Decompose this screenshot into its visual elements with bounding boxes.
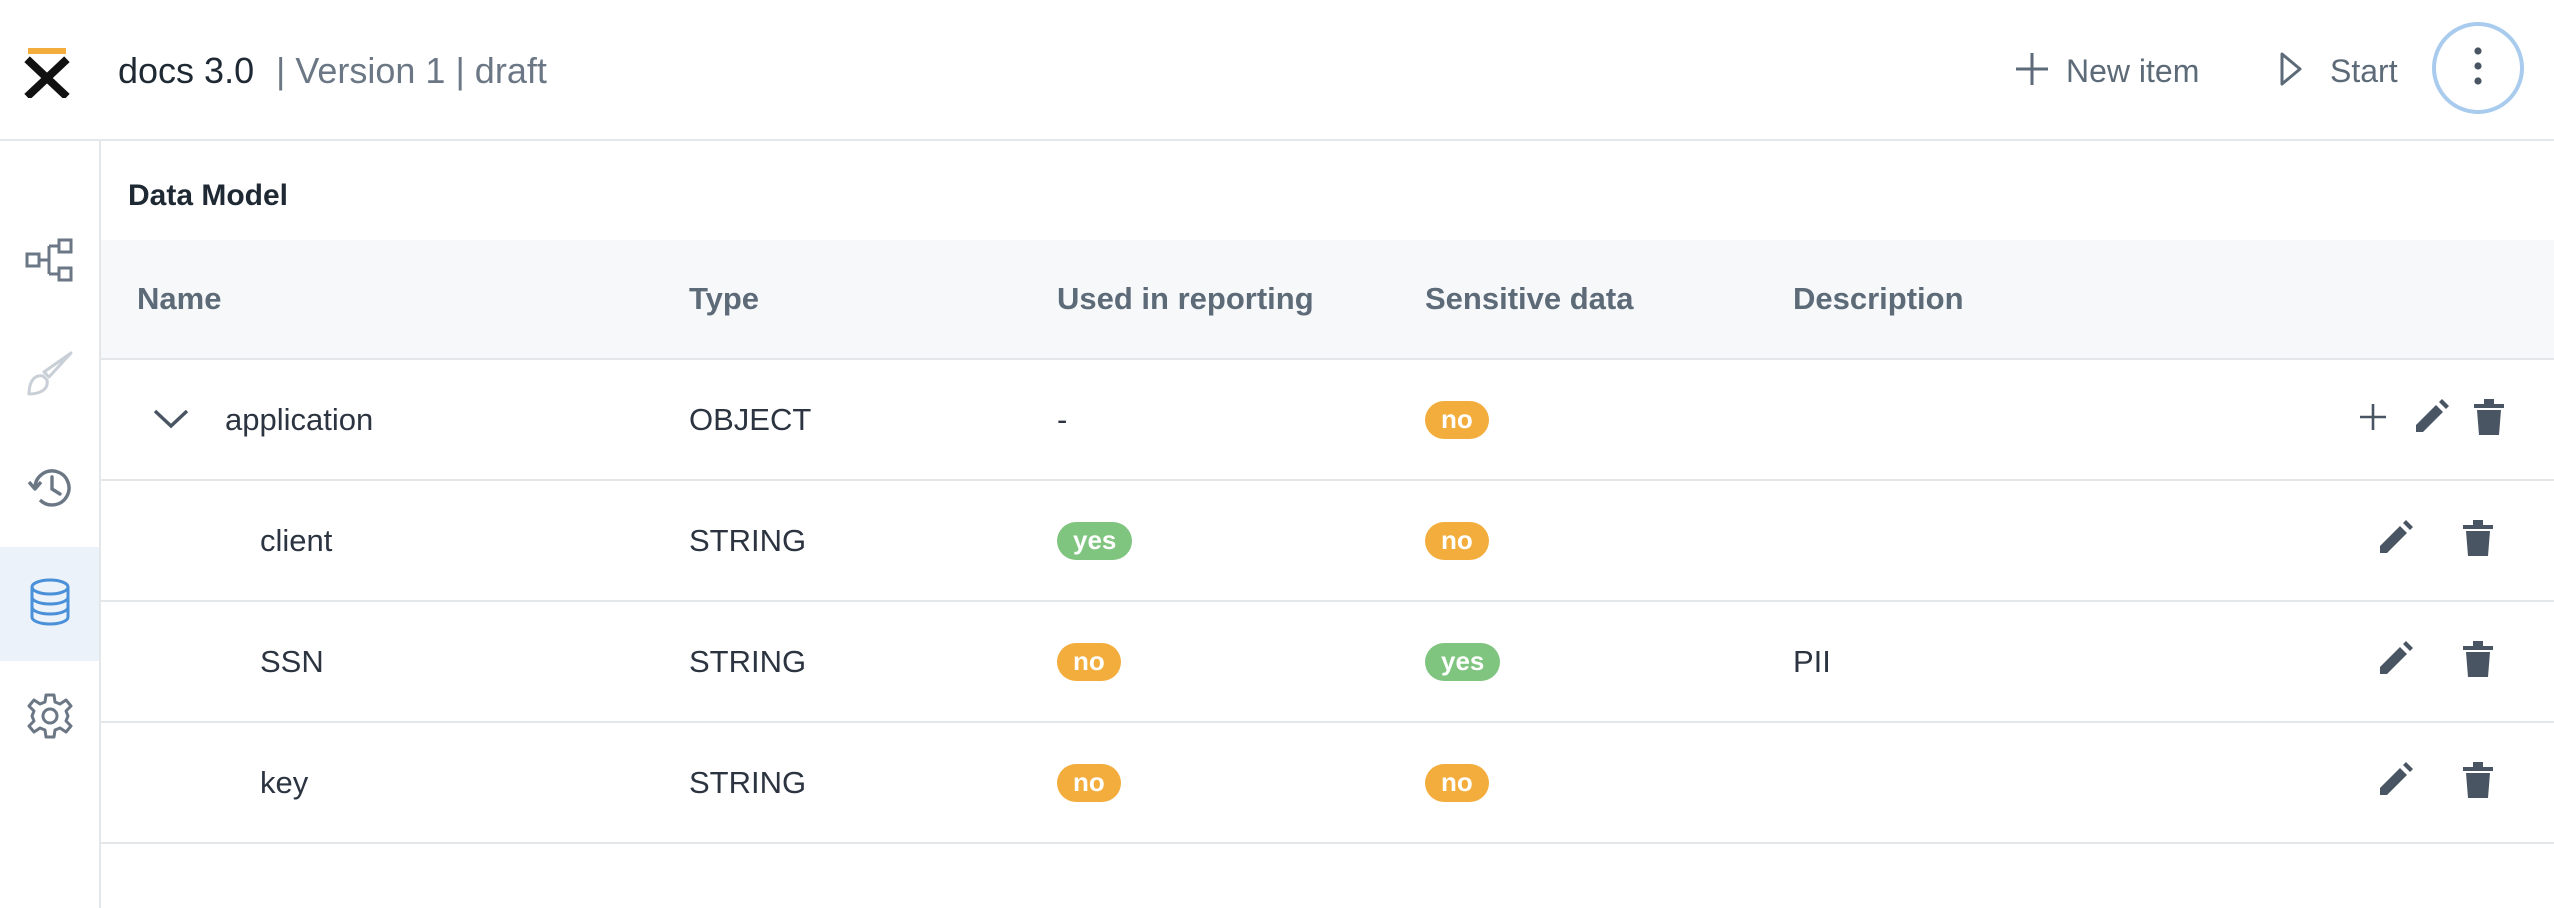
play-icon: [2278, 51, 2304, 92]
delete-button[interactable]: [2450, 602, 2506, 721]
start-button[interactable]: Start: [2278, 46, 2398, 96]
chevron-down-icon: [151, 402, 191, 438]
table-row: client STRING yes no: [101, 481, 2554, 602]
more-options-button[interactable]: [2432, 22, 2524, 114]
edit-button[interactable]: [2403, 360, 2459, 479]
table-row: SSN STRING no yes PII: [101, 602, 2554, 723]
start-label: Start: [2330, 52, 2398, 89]
delete-button[interactable]: [2450, 723, 2506, 842]
row-type: STRING: [689, 764, 807, 800]
row-name: client: [260, 522, 333, 558]
column-header-used-in-reporting: Used in reporting: [1057, 281, 1314, 316]
app-title: docs 3.0: [118, 50, 255, 91]
table-row: application OBJECT - no: [101, 360, 2554, 481]
app-version-status: | Version 1 | draft: [276, 50, 547, 91]
pencil-icon: [2376, 761, 2414, 804]
edit-button[interactable]: [2367, 723, 2423, 842]
trash-icon: [2472, 398, 2506, 441]
row-type: OBJECT: [689, 401, 812, 437]
process-tree-icon: [25, 238, 75, 287]
delete-button[interactable]: [2450, 481, 2506, 600]
edit-button[interactable]: [2367, 481, 2423, 600]
new-item-label: New item: [2066, 52, 2200, 89]
plus-icon: [2358, 402, 2388, 437]
row-sensitive-data: no: [1425, 723, 1489, 842]
sidebar-item-data-model[interactable]: [0, 547, 99, 661]
top-bar: docs 3.0 | Version 1 | draft New item St…: [0, 0, 2554, 141]
gear-icon: [26, 692, 74, 745]
column-header-name: Name: [137, 281, 222, 316]
row-type: STRING: [689, 522, 807, 558]
sidebar-item-process[interactable]: [0, 205, 99, 319]
expand-toggle[interactable]: [151, 360, 191, 479]
sidebar-item-settings[interactable]: [0, 661, 99, 775]
row-sensitive-data: yes: [1425, 602, 1501, 721]
row-used-in-reporting: no: [1057, 602, 1121, 721]
sidebar-item-design[interactable]: [0, 319, 99, 433]
table-row: key STRING no no: [101, 723, 2554, 844]
pencil-icon: [2376, 519, 2414, 562]
pencil-icon: [2376, 640, 2414, 683]
row-sensitive-data: no: [1425, 481, 1489, 600]
data-model-panel: Data Model Name Type Used in reporting S…: [101, 141, 2554, 908]
app-logo: [24, 46, 74, 100]
plus-icon: [2014, 51, 2050, 92]
brush-icon: [25, 350, 75, 403]
history-icon: [25, 465, 75, 516]
table-header: Name Type Used in reporting Sensitive da…: [101, 240, 2554, 360]
status-badge: no: [1425, 763, 1489, 802]
row-sensitive-data: no: [1425, 360, 1489, 479]
status-badge: no: [1057, 763, 1121, 802]
trash-icon: [2461, 640, 2495, 683]
column-header-sensitive-data: Sensitive data: [1425, 281, 1634, 316]
status-badge: yes: [1057, 521, 1133, 560]
row-name: application: [225, 401, 374, 437]
page-title: Data Model: [128, 179, 289, 212]
sidebar-item-history[interactable]: [0, 433, 99, 547]
delete-button[interactable]: [2461, 360, 2517, 479]
new-item-button[interactable]: New item: [2014, 46, 2199, 96]
add-child-button[interactable]: [2345, 360, 2401, 479]
status-badge: no: [1425, 521, 1489, 560]
vertical-dots-icon: [2473, 46, 2483, 91]
column-header-type: Type: [689, 281, 760, 316]
row-name: SSN: [260, 643, 324, 679]
row-used-in-reporting: -: [1057, 401, 1068, 437]
row-used-in-reporting: yes: [1057, 481, 1133, 600]
column-header-description: Description: [1793, 281, 1964, 316]
status-badge: yes: [1425, 642, 1501, 681]
trash-icon: [2461, 761, 2495, 804]
row-name: key: [260, 764, 309, 800]
status-badge: no: [1425, 400, 1489, 439]
status-badge: no: [1057, 642, 1121, 681]
edit-button[interactable]: [2367, 602, 2423, 721]
trash-icon: [2461, 519, 2495, 562]
pencil-icon: [2412, 398, 2450, 441]
row-description: PII: [1793, 643, 1831, 679]
row-used-in-reporting: no: [1057, 723, 1121, 842]
sidebar: [0, 141, 101, 908]
database-icon: [28, 578, 72, 631]
row-type: STRING: [689, 643, 807, 679]
